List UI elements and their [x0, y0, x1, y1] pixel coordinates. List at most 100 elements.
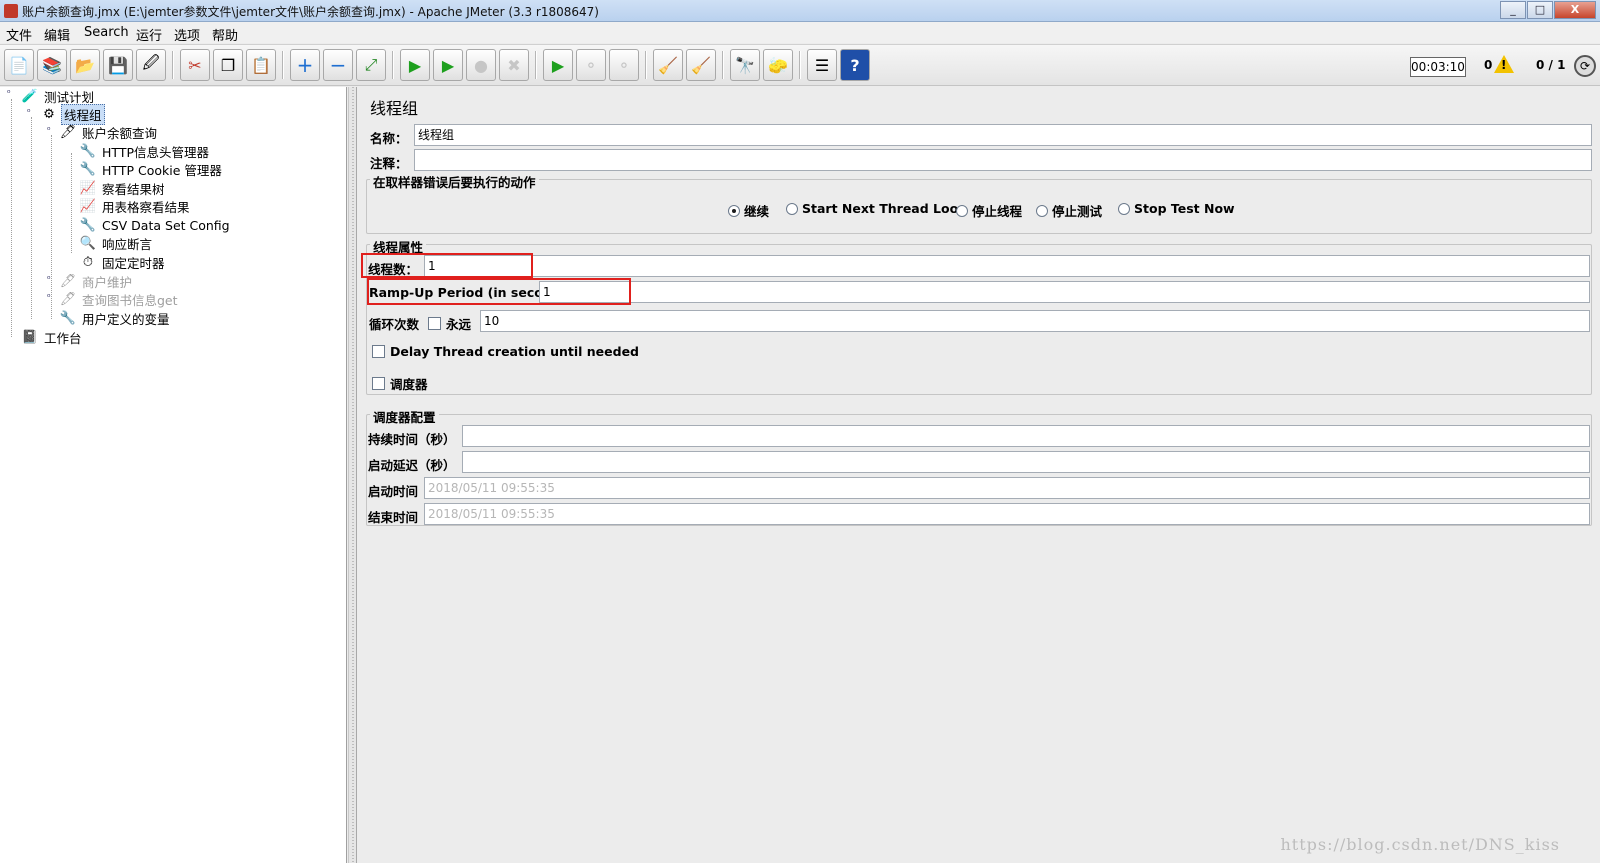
wrench-icon: 🔧	[79, 161, 97, 177]
radio-stop-test-now[interactable]: Stop Test Now	[1118, 201, 1235, 216]
radio-button[interactable]	[956, 204, 968, 217]
warning-icon[interactable]	[1494, 55, 1514, 73]
tree-toggle-collapsed-icon[interactable]: ᵒ	[47, 294, 56, 303]
tree-node-user-defined-variables[interactable]: 🔧 用户定义的变量	[60, 309, 172, 327]
duration-input[interactable]	[462, 425, 1590, 447]
checkbox-box[interactable]	[372, 345, 385, 358]
tree-node-view-results-table[interactable]: 📈 用表格察看结果	[80, 197, 192, 215]
expand-all-button[interactable]: +	[290, 49, 320, 81]
clear-button[interactable]: 🧹	[653, 49, 683, 81]
watermark: https://blog.csdn.net/DNS_kiss	[1280, 835, 1560, 854]
radio-button[interactable]	[728, 204, 740, 217]
radio-start-next-loop[interactable]: Start Next Thread Loop	[786, 201, 967, 216]
globe-icon[interactable]: ⟳	[1574, 55, 1596, 77]
copy-button[interactable]: ❐	[213, 49, 243, 81]
tree-node-balance-query[interactable]: 🖊 账户余额查询	[60, 123, 159, 141]
radio-continue[interactable]: 继续	[728, 201, 769, 220]
menu-search[interactable]: Search	[84, 25, 129, 40]
maximize-button[interactable]: □	[1527, 1, 1553, 19]
toolbar-separator	[645, 51, 647, 79]
search-button[interactable]: 🔭	[730, 49, 760, 81]
threads-input[interactable]: 1	[424, 255, 1590, 277]
save-as-button[interactable]: 🖉	[136, 49, 166, 81]
radio-stop-thread[interactable]: 停止线程	[956, 201, 1022, 220]
tree-line	[11, 99, 12, 337]
loop-count-input[interactable]: 10	[480, 310, 1590, 332]
start-button[interactable]: ▶	[400, 49, 430, 81]
toolbar-separator	[535, 51, 537, 79]
checkbox-box[interactable]	[428, 317, 441, 330]
menu-edit[interactable]: 编辑	[44, 25, 70, 44]
collapse-all-button[interactable]: −	[323, 49, 353, 81]
tree-node-csv-data-set-config[interactable]: 🔧 CSV Data Set Config	[80, 216, 232, 234]
open-button[interactable]: 📂	[70, 49, 100, 81]
tree-node-view-results-tree[interactable]: 📈 察看结果树	[80, 179, 167, 197]
page-title: 线程组	[370, 99, 419, 118]
end-time-input[interactable]: 2018/05/11 09:55:35	[424, 503, 1590, 525]
tree-node-workbench[interactable]: 📓 工作台	[22, 328, 84, 346]
comment-input[interactable]	[414, 149, 1592, 171]
reset-search-button[interactable]: 🧽	[763, 49, 793, 81]
cut-button[interactable]: ✂	[180, 49, 210, 81]
remote-stop-button[interactable]: ⚬	[576, 49, 606, 81]
startup-delay-input[interactable]	[462, 451, 1590, 473]
function-helper-button[interactable]: ☰	[807, 49, 837, 81]
close-button[interactable]: X	[1554, 1, 1596, 19]
chart-icon: 📈	[79, 198, 97, 214]
tree-node-response-assertion[interactable]: 🔍 响应断言	[80, 234, 154, 252]
name-input[interactable]: 线程组	[414, 124, 1592, 146]
menu-run[interactable]: 运行	[136, 25, 162, 44]
tree-toggle-expanded-icon[interactable]: ᵒ	[47, 127, 56, 136]
checkbox-box[interactable]	[372, 377, 385, 390]
delay-thread-creation-checkbox[interactable]: Delay Thread creation until needed	[372, 344, 639, 359]
menu-file[interactable]: 文件	[6, 25, 32, 44]
loop-forever-checkbox[interactable]: 永远	[428, 314, 471, 333]
scheduler-checkbox[interactable]: 调度器	[372, 374, 428, 393]
tree-node-test-plan[interactable]: 🧪 测试计划	[22, 87, 96, 105]
help-button[interactable]: ?	[840, 49, 870, 81]
remote-start-button[interactable]: ▶	[543, 49, 573, 81]
start-time-input[interactable]: 2018/05/11 09:55:35	[424, 477, 1590, 499]
tree-node-label: 察看结果树	[102, 181, 165, 197]
radio-button[interactable]	[1036, 204, 1048, 217]
menu-options[interactable]: 选项	[174, 25, 200, 44]
checkbox-label: 调度器	[390, 377, 428, 392]
toolbar-separator	[722, 51, 724, 79]
toggle-button[interactable]: ⤢	[356, 49, 386, 81]
panel-splitter[interactable]	[348, 87, 357, 863]
sampler-pen-icon: 🖊	[59, 124, 77, 140]
shutdown-button[interactable]: ✖	[499, 49, 529, 81]
tree-node-thread-group[interactable]: ⚙ 线程组	[41, 103, 105, 125]
menu-bar: 文件 编辑 Search 运行 选项 帮助	[0, 22, 1600, 44]
toolbar-separator	[282, 51, 284, 79]
tree-node-label: 用户定义的变量	[82, 311, 170, 327]
checkbox-label: 永远	[446, 317, 472, 332]
tree-node-book-query-get[interactable]: 🖊 查询图书信息get	[60, 290, 180, 308]
gear-icon: ⚙	[43, 106, 55, 122]
radio-button[interactable]	[1118, 202, 1130, 215]
name-label: 名称：	[370, 131, 408, 146]
test-plan-tree: ᵒ 🧪 测试计划 ᵒ ⚙ 线程组 ᵒ 🖊 账户余额查询 🔧 HTTP信息头管理器…	[0, 87, 347, 863]
radio-button[interactable]	[786, 202, 798, 215]
remote-shutdown-button[interactable]: ⚬	[609, 49, 639, 81]
tree-node-http-cookie-manager[interactable]: 🔧 HTTP Cookie 管理器	[80, 160, 224, 178]
tree-toggle-collapsed-icon[interactable]: ᵒ	[47, 276, 56, 285]
tree-node-http-header-manager[interactable]: 🔧 HTTP信息头管理器	[80, 142, 211, 160]
tree-node-merchant-maintenance[interactable]: 🖊 商户维护	[60, 272, 134, 290]
templates-button[interactable]: 📚	[37, 49, 67, 81]
new-button[interactable]: 📄	[4, 49, 34, 81]
rampup-input[interactable]: 1	[539, 281, 1590, 303]
save-button[interactable]: 💾	[103, 49, 133, 81]
menu-help[interactable]: 帮助	[212, 25, 238, 44]
clear-all-button[interactable]: 🧹	[686, 49, 716, 81]
tree-toggle-expanded-icon[interactable]: ᵒ	[7, 90, 16, 99]
paste-button[interactable]: 📋	[246, 49, 276, 81]
radio-label: Start Next Thread Loop	[802, 201, 968, 216]
start-no-pauses-button[interactable]: ▶	[433, 49, 463, 81]
stop-button[interactable]: ●	[466, 49, 496, 81]
tree-node-constant-timer[interactable]: ⏱ 固定定时器	[80, 253, 167, 271]
tree-toggle-expanded-icon[interactable]: ᵒ	[27, 109, 36, 118]
radio-stop-test[interactable]: 停止测试	[1036, 201, 1102, 220]
duration-label: 持续时间（秒）	[368, 432, 456, 447]
minimize-button[interactable]: _	[1500, 1, 1526, 19]
